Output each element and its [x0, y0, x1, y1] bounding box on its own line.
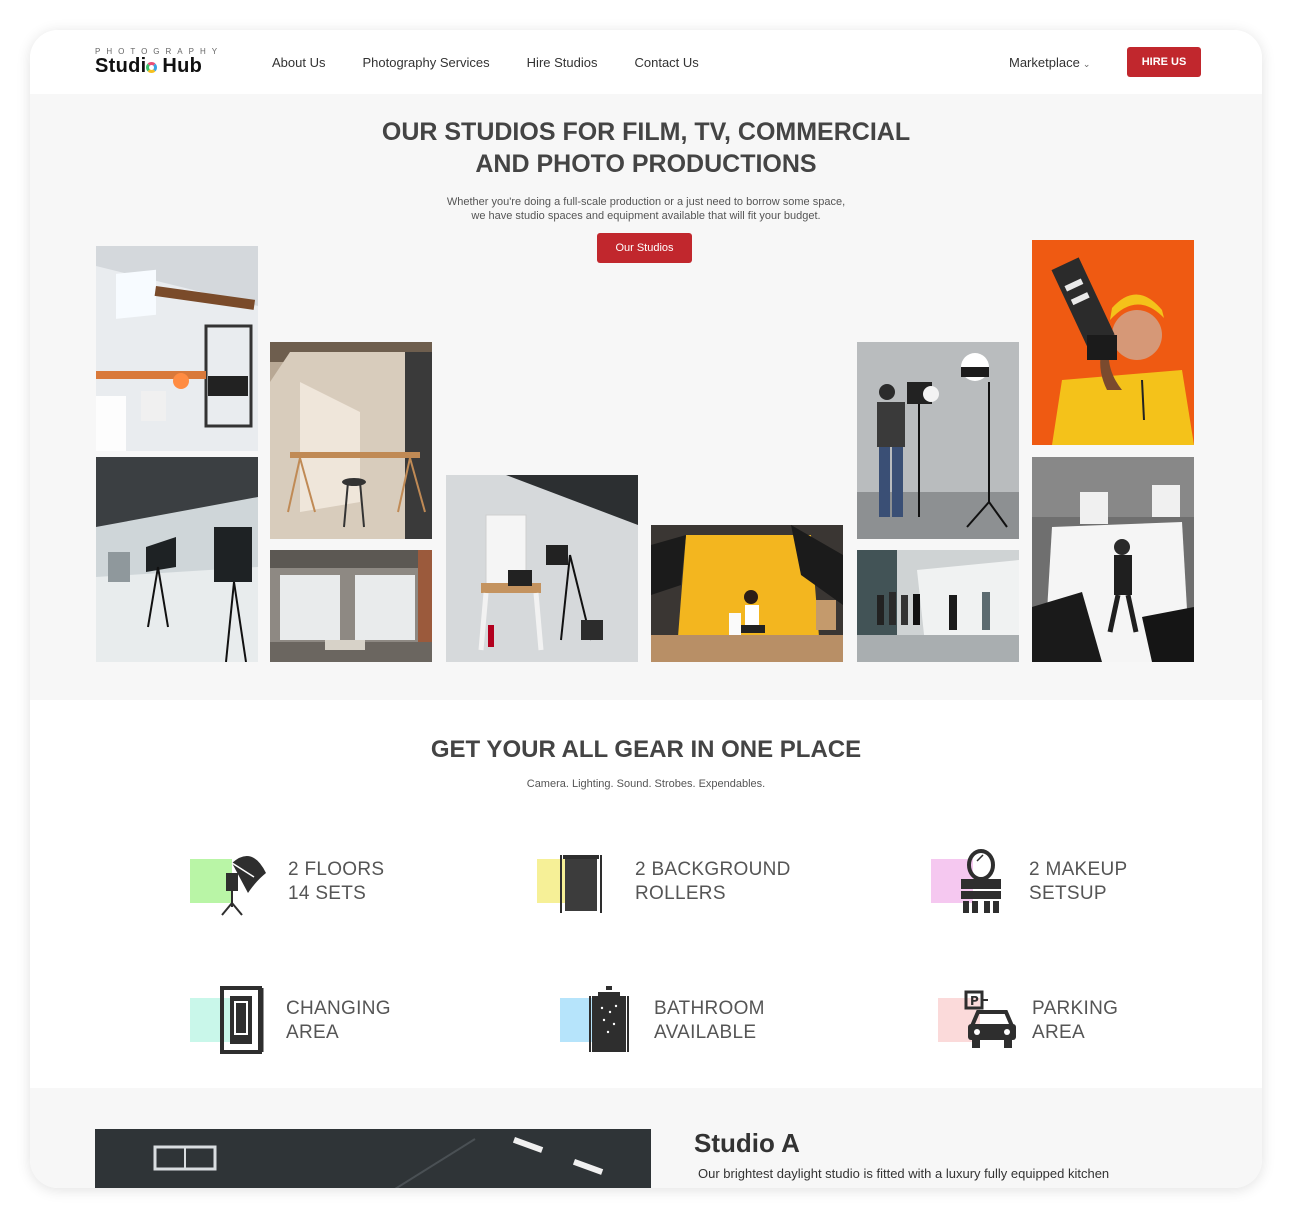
feature-bathroom: BATHROOM AVAILABLE [560, 986, 765, 1056]
feature-label-line1: CHANGING [286, 998, 391, 1019]
feature-label-line2: SETSUP [1029, 883, 1107, 904]
makeup-mirror-icon [961, 849, 1001, 913]
feature-makeup-setups: 2 MAKEUP SETSUP [931, 847, 1128, 917]
feature-label-line2: 14 SETS [288, 883, 367, 904]
feature-label-line1: 2 FLOORS [288, 859, 385, 880]
umbrella-light-icon [221, 855, 266, 916]
changing-room-icon [220, 986, 264, 1054]
marketplace-label: Marketplace [1009, 55, 1080, 70]
svg-text:P: P [970, 994, 979, 1008]
studio-a-section: Studio A Our brightest daylight studio i… [30, 1088, 1262, 1188]
hero-title-line1: OUR STUDIOS FOR FILM, TV, COMMERCIAL [381, 118, 911, 146]
logo-word-studio: Studi [95, 55, 147, 77]
photo-loft-office [96, 246, 258, 451]
photo-white-studio-softboxes [96, 457, 258, 662]
feature-label-line2: AVAILABLE [654, 1022, 757, 1043]
nav-about-us[interactable]: About Us [272, 55, 325, 70]
studio-a-photo [95, 1129, 651, 1188]
photo-photographer-lights [857, 342, 1019, 539]
chevron-down-icon: ⌄ [1082, 59, 1091, 69]
studio-a-description: Our brightest daylight studio is fitted … [698, 1166, 1110, 1181]
feature-label-line2: AREA [1032, 1022, 1085, 1043]
logo[interactable]: PHOTOGRAPHY Studi Hub [95, 47, 223, 78]
logo-ring-icon [145, 62, 157, 73]
feature-label-line1: 2 MAKEUP [1029, 859, 1128, 880]
feature-label-line1: PARKING [1032, 998, 1119, 1019]
our-studios-button[interactable]: Our Studios [597, 233, 692, 263]
feature-label-line1: BATHROOM [654, 998, 765, 1019]
photo-table-stool [270, 342, 432, 539]
hero-subtitle-line2: we have studio spaces and equipment avai… [471, 210, 821, 222]
feature-changing-area: CHANGING AREA [190, 986, 391, 1056]
logo-word-hub: Hub [162, 55, 203, 77]
background-roller-icon [560, 855, 602, 913]
studio-a-title: Studio A [694, 1128, 800, 1158]
nav-contact-us[interactable]: Contact Us [634, 55, 698, 70]
browser-frame: PHOTOGRAPHY Studi Hub About Us Photograp… [30, 30, 1262, 1188]
photo-woman-camera [1032, 240, 1194, 445]
hero-subtitle: Whether you're doing a full-scale produc… [30, 195, 1262, 223]
hero-section: OUR STUDIOS FOR FILM, TV, COMMERCIAL AND… [30, 94, 1262, 700]
feature-label-line2: ROLLERS [635, 883, 726, 904]
nav-photography-services[interactable]: Photography Services [362, 55, 489, 70]
feature-label-line1: 2 BACKGROUND [635, 859, 791, 880]
gear-title: GET YOUR ALL GEAR IN ONE PLACE [430, 736, 862, 763]
parking-car-icon: P [964, 990, 1016, 1048]
shower-icon [589, 986, 629, 1052]
feature-label-line2: AREA [286, 1022, 339, 1043]
photo-group-shoot [857, 550, 1019, 662]
hero-subtitle-line1: Whether you're doing a full-scale produc… [446, 196, 846, 208]
hero-title: OUR STUDIOS FOR FILM, TV, COMMERCIAL AND… [30, 116, 1262, 180]
nav-hire-studios[interactable]: Hire Studios [527, 55, 598, 70]
gear-subtitle: Camera. Lighting. Sound. Strobes. Expend… [526, 778, 766, 790]
photo-yellow-backdrop [651, 525, 843, 662]
photo-bw-model-shoot [1032, 457, 1194, 662]
hero-title-line2: AND PHOTO PRODUCTIONS [475, 150, 817, 178]
feature-parking-area: P PARKING AREA [938, 986, 1118, 1056]
photo-chair-camera [446, 475, 638, 662]
photo-window-curtains [270, 550, 432, 662]
site-header: PHOTOGRAPHY Studi Hub About Us Photograp… [30, 30, 1262, 94]
hire-us-button[interactable]: HIRE US [1127, 47, 1201, 77]
main-nav: About Us Photography Services Hire Studi… [272, 55, 736, 70]
marketplace-dropdown[interactable]: Marketplace ⌄ [1009, 55, 1090, 70]
feature-floors-sets: 2 FLOORS 14 SETS [190, 847, 384, 917]
feature-background-rollers: 2 BACKGROUND ROLLERS [537, 847, 791, 917]
